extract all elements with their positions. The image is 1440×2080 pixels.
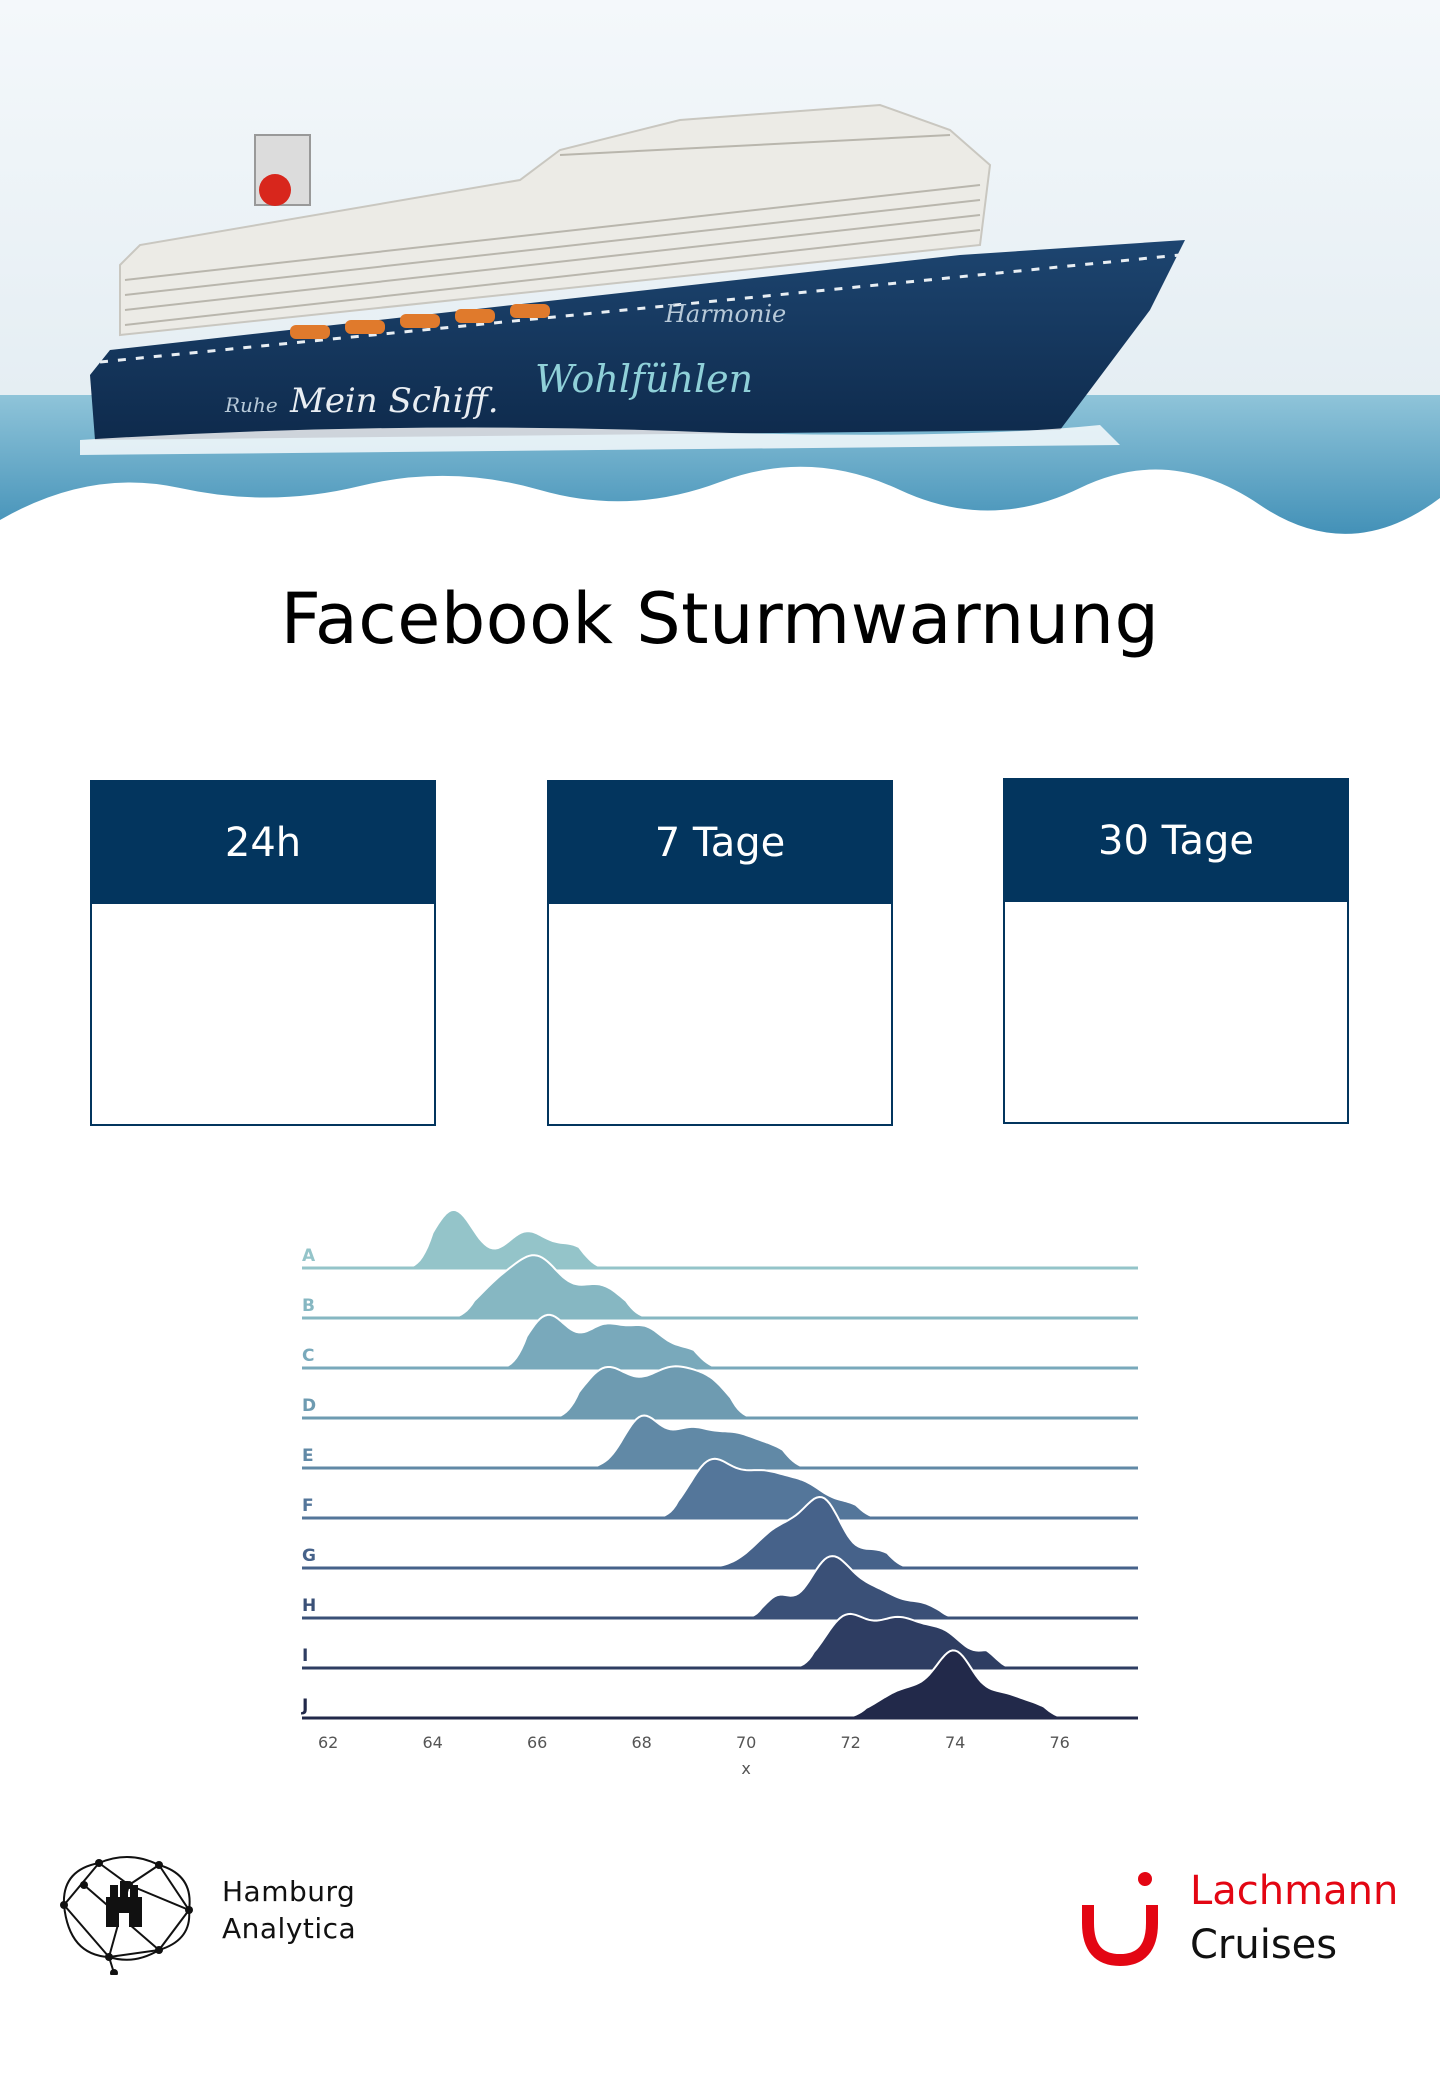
ridge-label-E: E <box>302 1446 314 1466</box>
hull-lettering-harmonie: Harmonie <box>664 300 786 328</box>
x-axis-label: x <box>741 1759 750 1778</box>
lachmann-wordmark: Lachmann <box>1190 1868 1399 1914</box>
card-header: 24h <box>92 782 434 904</box>
ridge-label-H: H <box>302 1596 316 1616</box>
card-body <box>549 904 891 1124</box>
brain-network-icon <box>60 1855 193 1977</box>
hamburg-analytica-wordmark: Hamburg Analytica <box>222 1873 356 1947</box>
ridge-series-C <box>500 1313 721 1369</box>
card-24h: 24h <box>90 780 436 1126</box>
ridge-series-E <box>573 1414 809 1469</box>
hull-lettering-wohlfuehlen: Wohlfühlen <box>535 357 753 401</box>
hull-lettering-ruhe: Ruhe <box>224 393 278 417</box>
ridgeline-chart: A B C D E F G H I J 62 64 66 68 70 72 74 76 x <box>290 1200 1170 1800</box>
ridgeline-chart-svg: A B C D E F G H I J 62 64 66 68 70 72 74 76 x <box>301 1208 1138 1778</box>
ridge-label-D: D <box>302 1396 316 1416</box>
ridge-label-J: J <box>301 1696 308 1716</box>
card-body <box>92 904 434 1124</box>
logo-line-1: Hamburg <box>222 1875 356 1908</box>
lachmann-cruises-logo: Lachmann Cruises <box>1080 1865 1400 1975</box>
ridge-series-D <box>552 1365 757 1419</box>
ridge-label-C: C <box>302 1346 314 1366</box>
card-body <box>1005 902 1347 1122</box>
smile-icon <box>1082 1872 1158 1967</box>
ridge-label-A: A <box>302 1246 316 1266</box>
logo-line-2: Analytica <box>222 1912 357 1945</box>
ridge-label-G: G <box>302 1546 316 1566</box>
x-tick-label: 76 <box>1049 1733 1069 1752</box>
ridge-label-I: I <box>302 1646 308 1666</box>
x-tick-label: 64 <box>422 1733 442 1752</box>
card-header: 7 Tage <box>549 782 891 904</box>
x-tick-label: 66 <box>527 1733 547 1752</box>
x-tick-label: 68 <box>631 1733 651 1752</box>
x-tick-label: 72 <box>840 1733 860 1752</box>
hamburg-analytica-logo: Hamburg Analytica <box>44 1845 384 1977</box>
ridge-label-F: F <box>302 1496 314 1516</box>
hull-lettering-mein-schiff: Mein Schiff. <box>289 381 499 421</box>
x-tick-label: 62 <box>318 1733 338 1752</box>
card-header: 30 Tage <box>1005 780 1347 902</box>
hero-banner: Mein Schiff. Wohlfühlen Harmonie Ruhe <box>0 0 1440 545</box>
card-30-tage: 30 Tage <box>1003 778 1349 1124</box>
cruises-wordmark: Cruises <box>1190 1922 1338 1968</box>
x-tick-label: 70 <box>736 1733 756 1752</box>
ridge-series-I <box>787 1612 1013 1669</box>
ridge-series-A <box>406 1208 606 1269</box>
x-tick-label: 74 <box>945 1733 965 1752</box>
card-7-tage: 7 Tage <box>547 780 893 1126</box>
page-title: Facebook Sturmwarnung <box>280 578 1160 660</box>
ridge-label-B: B <box>302 1296 315 1316</box>
cruise-ship-image: Mein Schiff. Wohlfühlen Harmonie Ruhe <box>0 0 1440 545</box>
